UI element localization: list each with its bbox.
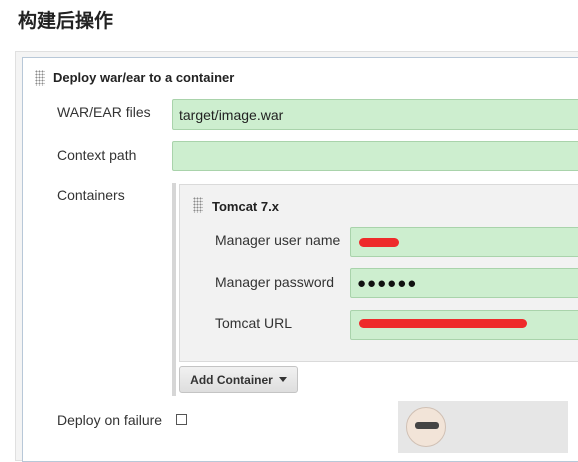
redaction-mark xyxy=(359,319,527,328)
redaction-mark xyxy=(359,238,399,247)
context-path-label: Context path xyxy=(57,147,137,163)
watermark xyxy=(398,401,568,453)
container-title: Tomcat 7.x xyxy=(212,199,279,214)
deploy-on-failure-label: Deploy on failure xyxy=(57,412,163,428)
manager-user-input[interactable] xyxy=(350,227,578,257)
container-drag-handle-icon[interactable] xyxy=(193,197,203,213)
containers-label: Containers xyxy=(57,187,125,203)
drag-handle-icon[interactable] xyxy=(35,70,45,86)
context-path-input[interactable] xyxy=(172,141,578,171)
tomcat-url-label: Tomcat URL xyxy=(215,315,293,331)
add-container-button[interactable]: Add Container xyxy=(179,366,298,393)
manager-user-label: Manager user name xyxy=(215,232,341,248)
deploy-on-failure-checkbox[interactable] xyxy=(176,414,187,425)
avatar-icon xyxy=(406,407,446,447)
war-ear-label: WAR/EAR files xyxy=(57,104,151,120)
caret-down-icon xyxy=(278,377,287,382)
add-container-label: Add Container xyxy=(190,372,273,387)
manager-password-label: Manager password xyxy=(215,274,335,290)
war-ear-value: target/image.war xyxy=(179,106,284,123)
step-header: Deploy war/ear to a container xyxy=(53,70,235,85)
password-mask: ●●●●●● xyxy=(357,274,418,292)
tomcat-url-input[interactable] xyxy=(350,310,578,340)
war-ear-input[interactable]: target/image.war xyxy=(172,99,578,130)
glasses-icon xyxy=(415,422,439,429)
manager-password-input[interactable]: ●●●●●● xyxy=(350,268,578,298)
section-title: 构建后操作 xyxy=(18,10,114,32)
